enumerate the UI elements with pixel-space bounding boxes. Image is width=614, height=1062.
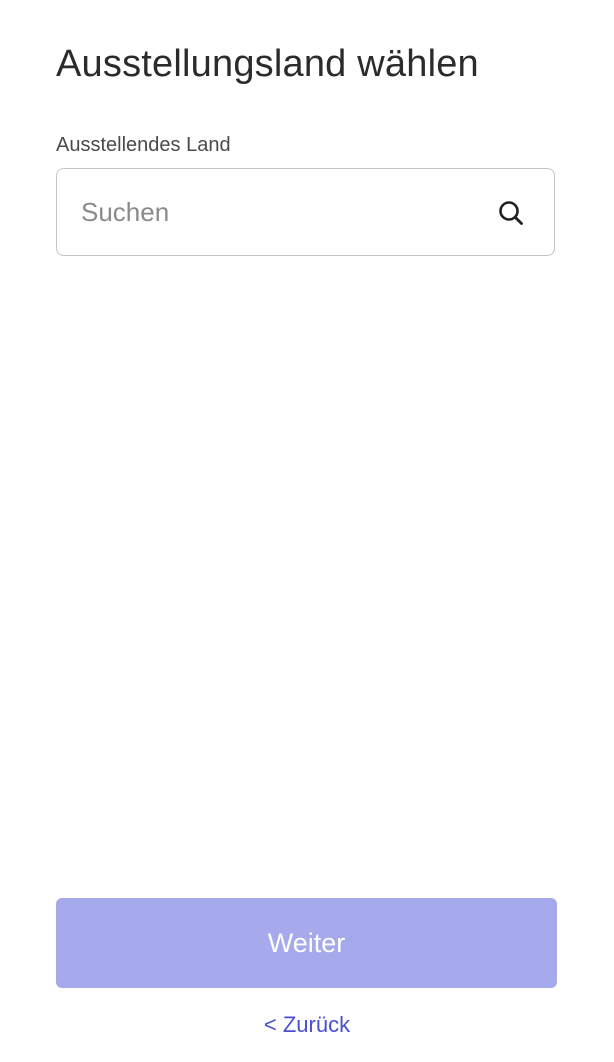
country-search-input[interactable]	[81, 169, 481, 255]
country-search-box[interactable]	[56, 168, 555, 256]
back-link[interactable]: < Zurück	[0, 1011, 614, 1039]
continue-button[interactable]: Weiter	[56, 898, 557, 988]
page-title: Ausstellungsland wählen	[56, 43, 479, 85]
issuing-country-label: Ausstellendes Land	[56, 134, 231, 156]
select-issuing-country-screen: Ausstellungsland wählen Ausstellendes La…	[0, 0, 614, 1062]
search-icon[interactable]	[498, 200, 524, 226]
